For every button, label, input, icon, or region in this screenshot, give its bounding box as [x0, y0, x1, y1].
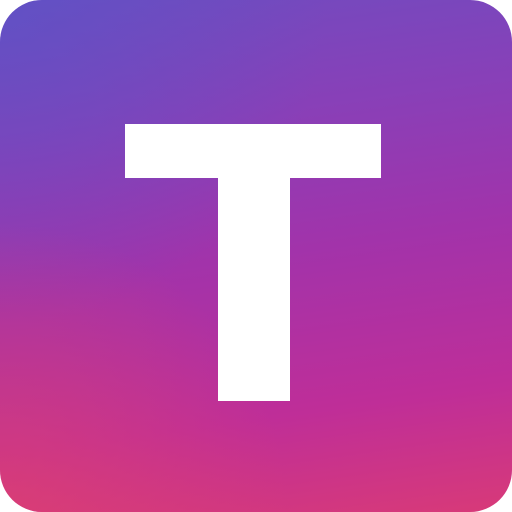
letter-t-glyph: T	[125, 124, 381, 401]
app-icon[interactable]: T	[0, 0, 512, 512]
letter-t-shape	[125, 124, 381, 401]
